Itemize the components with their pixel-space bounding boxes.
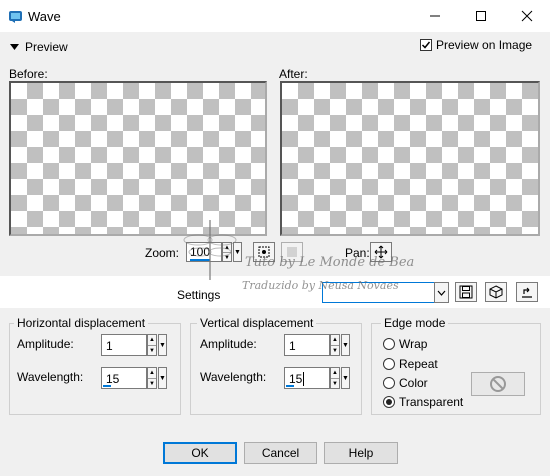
spin-up-icon[interactable]: ▲ [148, 335, 156, 346]
radio-button[interactable] [383, 338, 395, 350]
zoom-fit-button[interactable] [253, 242, 275, 262]
save-preset-button[interactable] [455, 282, 477, 302]
checkbox-box[interactable] [420, 39, 432, 51]
edge-color-swatch[interactable] [471, 372, 525, 396]
edge-mode-option-label: Repeat [399, 357, 438, 371]
vertical-amplitude-spinner[interactable]: ▲ ▼ [330, 334, 340, 356]
zoom-dropdown-button[interactable]: ▼ [233, 242, 242, 262]
vertical-amplitude-label: Amplitude: [200, 337, 257, 351]
settings-label: Settings [177, 288, 221, 302]
spin-down-icon[interactable]: ▼ [331, 379, 339, 389]
zoom-fit-icon [258, 246, 270, 258]
vertical-amplitude-dropdown[interactable]: ▼ [341, 334, 350, 356]
before-label: Before: [9, 67, 48, 81]
spin-down-icon[interactable]: ▼ [331, 346, 339, 356]
chevron-down-icon: ▼ [159, 374, 166, 382]
horizontal-wavelength-label: Wavelength: [17, 370, 84, 384]
chevron-down-icon: ▼ [342, 341, 349, 349]
vertical-wavelength-dropdown[interactable]: ▼ [341, 367, 350, 389]
preview-toggle-label: Preview [25, 40, 68, 54]
spin-down-icon[interactable]: ▼ [223, 253, 231, 262]
zoom-actual-icon [287, 247, 297, 257]
zoom-input[interactable]: 100 [186, 242, 222, 262]
edge-mode-option-label: Wrap [399, 337, 428, 351]
chevron-down-icon: ▼ [234, 248, 241, 256]
settings-dropdown-button[interactable] [434, 282, 449, 303]
radio-button[interactable] [383, 358, 395, 370]
zoom-value: 100 [190, 245, 211, 261]
spin-up-icon[interactable]: ▲ [331, 335, 339, 346]
after-label: After: [279, 67, 308, 81]
ok-button[interactable]: OK [163, 442, 237, 464]
horizontal-amplitude-value: 1 [106, 339, 113, 353]
horizontal-wavelength-dropdown[interactable]: ▼ [158, 367, 167, 389]
pan-label: Pan: [345, 246, 370, 260]
edge-mode-title: Edge mode [381, 316, 449, 330]
edge-mode-option-color[interactable]: Color [383, 376, 428, 390]
vertical-amplitude-input[interactable]: 1 [284, 334, 330, 356]
horizontal-wavelength-value: 15 [106, 372, 120, 386]
maximize-button[interactable] [458, 0, 504, 32]
spin-down-icon[interactable]: ▼ [148, 379, 156, 389]
pan-button[interactable] [370, 242, 392, 262]
triangle-down-icon [10, 44, 19, 50]
chevron-down-icon [437, 290, 446, 296]
edge-mode-option-label: Color [399, 376, 428, 390]
floppy-disk-icon [459, 285, 473, 299]
spin-up-icon[interactable]: ▲ [331, 368, 339, 379]
horizontal-wavelength-spinner[interactable]: ▲ ▼ [147, 367, 157, 389]
horizontal-amplitude-spinner[interactable]: ▲ ▼ [147, 334, 157, 356]
checkmark-icon [421, 41, 431, 49]
close-button[interactable] [504, 0, 550, 32]
close-icon [521, 10, 533, 22]
zoom-spinner[interactable]: ▲ ▼ [222, 242, 232, 262]
help-button[interactable]: Help [324, 442, 398, 464]
cancel-button[interactable]: Cancel [244, 442, 317, 464]
before-preview[interactable] [9, 81, 267, 236]
dice-icon [489, 285, 503, 299]
edge-mode-option-label: Transparent [399, 395, 464, 409]
spin-down-icon[interactable]: ▼ [148, 346, 156, 356]
spin-up-icon[interactable]: ▲ [148, 368, 156, 379]
vertical-wavelength-slider[interactable] [286, 385, 294, 387]
minimize-button[interactable] [412, 0, 458, 32]
chevron-down-icon: ▼ [342, 374, 349, 382]
edge-mode-option-wrap[interactable]: Wrap [383, 337, 427, 351]
reset-button[interactable] [516, 282, 538, 302]
radio-button[interactable] [383, 396, 395, 408]
reset-icon [522, 287, 532, 298]
horizontal-amplitude-dropdown[interactable]: ▼ [158, 334, 167, 356]
horizontal-displacement-title: Horizontal displacement [14, 316, 149, 330]
radio-button[interactable] [383, 377, 395, 389]
vertical-wavelength-label: Wavelength: [200, 370, 267, 384]
randomize-button[interactable] [485, 282, 507, 302]
text-cursor [303, 372, 305, 386]
maximize-icon [476, 11, 486, 21]
horizontal-amplitude-input[interactable]: 1 [101, 334, 147, 356]
preview-on-image-label: Preview on Image [436, 38, 533, 52]
after-preview[interactable] [280, 81, 540, 236]
zoom-actual-button[interactable] [281, 242, 303, 262]
edge-mode-option-transparent[interactable]: Transparent [383, 395, 463, 409]
chevron-down-icon: ▼ [159, 341, 166, 349]
spin-up-icon[interactable]: ▲ [223, 243, 231, 253]
no-color-icon [490, 376, 506, 392]
vertical-wavelength-spinner[interactable]: ▲ ▼ [330, 367, 340, 389]
vertical-displacement-title: Vertical displacement [197, 316, 317, 330]
vertical-amplitude-value: 1 [289, 339, 296, 353]
title-bar: Wave [0, 0, 550, 32]
minimize-icon [430, 15, 440, 17]
settings-preset-input[interactable] [322, 282, 435, 303]
horizontal-wavelength-slider[interactable] [103, 385, 111, 387]
edge-mode-option-repeat[interactable]: Repeat [383, 357, 438, 371]
app-icon [9, 11, 22, 23]
preview-on-image-checkbox[interactable]: Preview on Image [420, 38, 532, 52]
move-icon [374, 245, 388, 259]
horizontal-amplitude-label: Amplitude: [17, 337, 74, 351]
vertical-wavelength-value: 15 [289, 372, 303, 386]
preview-toggle[interactable]: Preview [10, 40, 68, 54]
window-title: Wave [28, 9, 61, 24]
zoom-label: Zoom: [145, 246, 180, 260]
